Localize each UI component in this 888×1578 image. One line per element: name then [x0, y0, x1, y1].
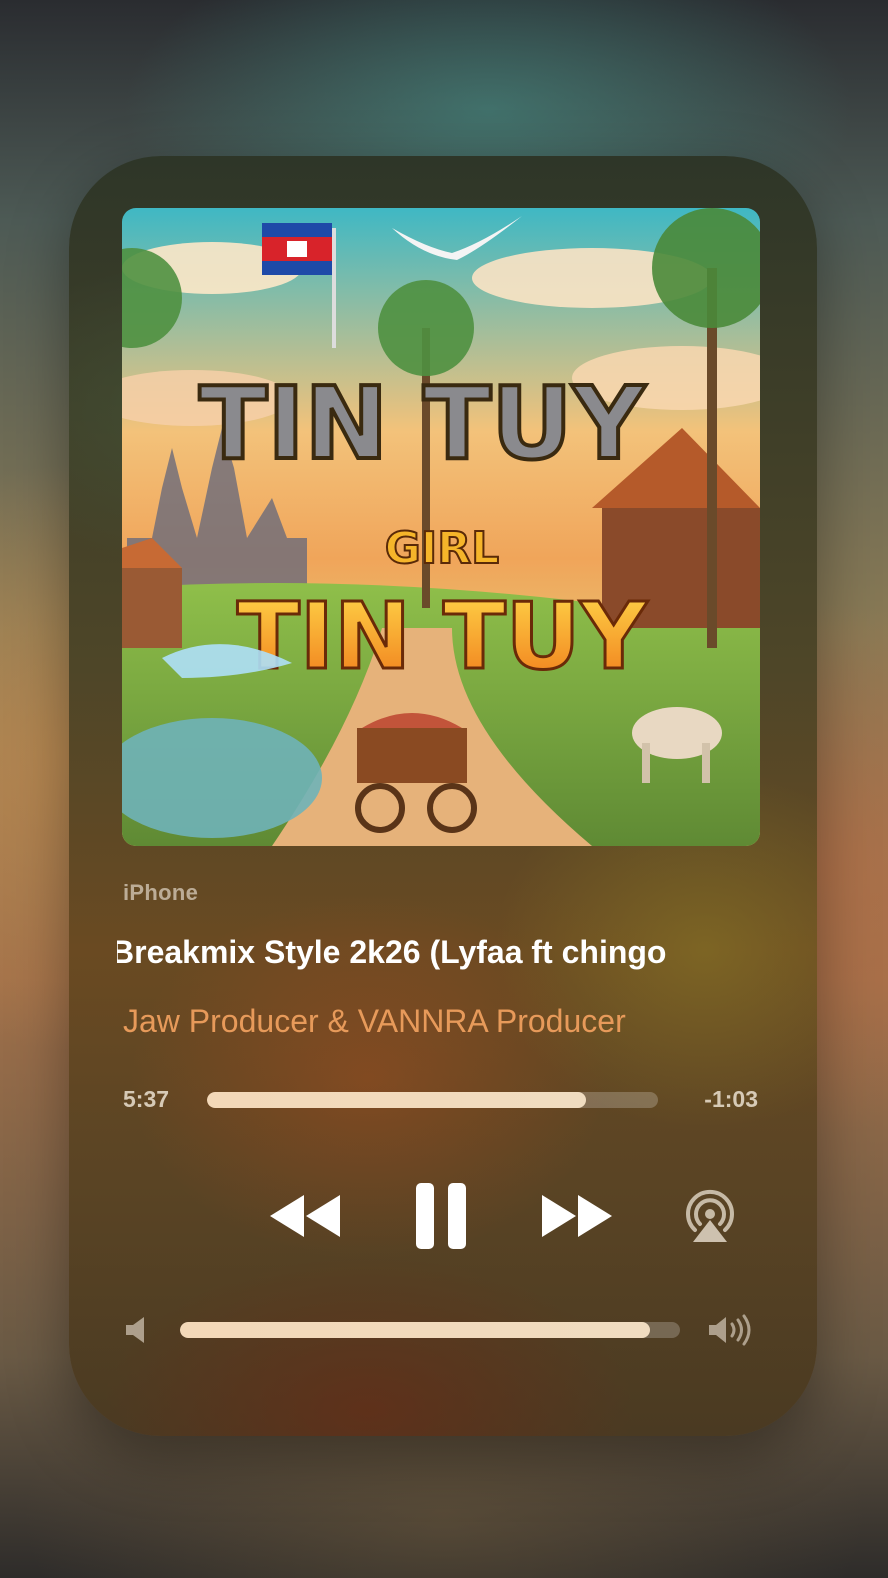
playback-progress-fill — [207, 1092, 586, 1108]
volume-level-fill — [180, 1322, 650, 1338]
fast-forward-button[interactable] — [537, 1176, 617, 1256]
output-device-label: iPhone — [123, 880, 199, 905]
pause-icon — [416, 1183, 466, 1249]
airplay-audio-icon — [686, 1189, 734, 1242]
now-playing-card: TIN TUY GIRL TIN TUY iPhone Breakmix Sty… — [69, 156, 817, 1436]
elapsed-time: 5:37 — [123, 1086, 170, 1112]
playback-scrubber[interactable] — [207, 1092, 658, 1108]
fast-forward-icon — [542, 1195, 612, 1237]
rewind-button[interactable] — [265, 1176, 345, 1256]
volume-max-button — [705, 1311, 757, 1349]
pause-button[interactable] — [401, 1174, 481, 1258]
artist-name[interactable]: Jaw Producer & VANNRA Producer — [123, 1003, 783, 1040]
artwork-title-bottom: TIN TUY — [237, 583, 648, 690]
track-title: Breakmix Style 2k26 (Lyfaa ft chingo — [117, 934, 667, 970]
album-artwork: TIN TUY GIRL TIN TUY — [122, 208, 760, 846]
speaker-low-icon — [126, 1317, 144, 1343]
remaining-time: -1:03 — [704, 1086, 758, 1112]
speaker-high-icon — [709, 1314, 751, 1346]
rewind-icon — [270, 1195, 340, 1237]
artwork-title-top: TIN TUY — [199, 365, 646, 482]
artwork-title-mid: GIRL — [385, 523, 499, 574]
airplay-button[interactable] — [675, 1180, 745, 1250]
volume-min-button — [121, 1313, 151, 1347]
volume-slider[interactable] — [180, 1322, 680, 1338]
track-title-marquee: Breakmix Style 2k26 (Lyfaa ft chingo — [117, 930, 769, 978]
